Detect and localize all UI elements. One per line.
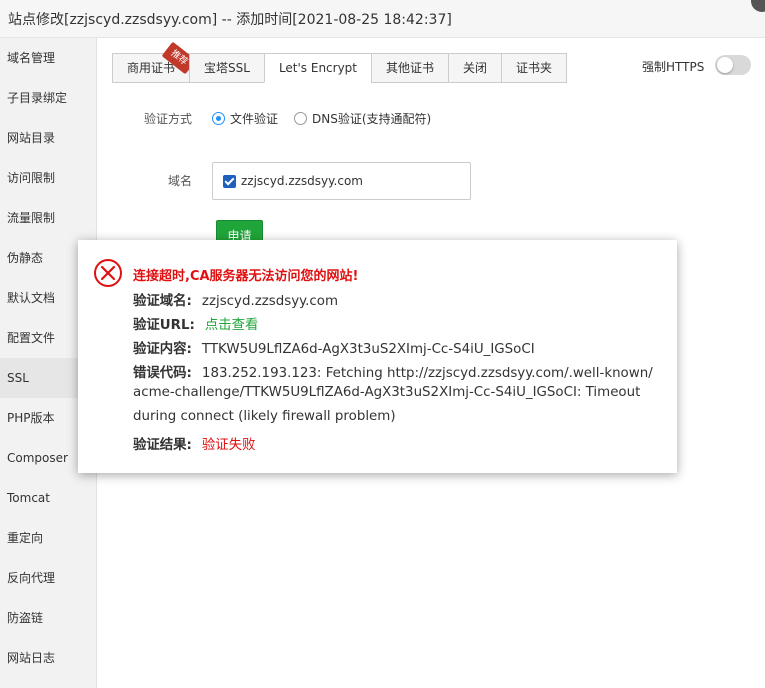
verify-method-group: 文件验证 DNS验证(支持通配符) [212, 110, 447, 127]
tab-other-cert[interactable]: 其他证书 [371, 53, 449, 83]
domain-checkbox[interactable] [223, 174, 236, 188]
radio-dns-verify[interactable] [294, 112, 308, 125]
radio-dns-verify-label[interactable]: DNS验证(支持通配符) [312, 110, 431, 127]
tab-cert-folder[interactable]: 证书夹 [501, 53, 568, 83]
error-title: 连接超时,CA服务器无法访问您的网站! [133, 269, 359, 284]
force-https-toggle[interactable] [715, 55, 751, 75]
verify-domain-key: 验证域名: [133, 294, 192, 309]
verify-method-label: 验证方式 [144, 112, 193, 126]
verify-content-key: 验证内容: [133, 342, 192, 357]
sidebar-item-site-dir[interactable]: 网站目录 [0, 118, 96, 158]
tab-commercial-cert[interactable]: 商用证书 推荐 [112, 41, 197, 83]
radio-file-verify-label[interactable]: 文件验证 [230, 110, 278, 127]
sidebar-item-traffic-limit[interactable]: 流量限制 [0, 198, 96, 238]
verify-content-value: TTKW5U9LflZA6d-AgX3t3uS2XImj-Cc-S4iU_IGS… [201, 342, 535, 357]
domain-list: zzjscyd.zzsdsyy.com [212, 162, 471, 200]
error-dialog: 连接超时,CA服务器无法访问您的网站! 验证域名: zzjscyd.zzsdsyy… [78, 240, 677, 473]
ssl-tabs: 商用证书 推荐 宝塔SSL Let's Encrypt 其他证书 关闭 证书夹 [112, 41, 568, 83]
sidebar-item-redirect[interactable]: 重定向 [0, 518, 96, 558]
error-code-line2: acme-challenge/TTKW5U9LflZA6d-AgX3t3uS2X… [133, 385, 641, 400]
error-code-line1: 183.252.193.123: Fetching http://zzjscyd… [201, 366, 653, 381]
toggle-knob [717, 57, 733, 73]
verify-url-key: 验证URL: [133, 318, 195, 333]
sidebar-item-site-log[interactable]: 网站日志 [0, 638, 96, 678]
sidebar-item-subdir[interactable]: 子目录绑定 [0, 78, 96, 118]
tab-lets-encrypt[interactable]: Let's Encrypt [263, 53, 372, 83]
sidebar-item-tomcat[interactable]: Tomcat [0, 478, 96, 518]
error-code-row: 错误代码: 183.252.193.123: Fetching http://zz… [133, 361, 653, 381]
tab-label: 商用证书 [127, 61, 176, 75]
verify-result-row: 验证结果: 验证失败 [133, 433, 255, 453]
window-title: 站点修改[zzjscyd.zzsdsyy.com] -- 添加时间[2021-0… [8, 12, 452, 28]
sidebar-item-reverse-proxy[interactable]: 反向代理 [0, 558, 96, 598]
domain-name[interactable]: zzjscyd.zzsdsyy.com [241, 174, 363, 188]
verify-content-row: 验证内容: TTKW5U9LflZA6d-AgX3t3uS2XImj-Cc-S4i… [133, 337, 535, 357]
error-circle-icon [94, 259, 122, 287]
force-https-label: 强制HTTPS [642, 60, 705, 74]
tab-bt-ssl[interactable]: 宝塔SSL [189, 53, 264, 83]
view-url-link[interactable]: 点击查看 [205, 318, 259, 333]
error-code-key: 错误代码: [133, 366, 192, 381]
site-edit-window: 站点修改[zzjscyd.zzsdsyy.com] -- 添加时间[2021-0… [0, 0, 765, 688]
verify-url-row: 验证URL: 点击查看 [133, 313, 258, 333]
error-code-line3: during connect (likely firewall problem) [133, 409, 396, 424]
titlebar: 站点修改[zzjscyd.zzsdsyy.com] -- 添加时间[2021-0… [0, 0, 765, 38]
verify-result-key: 验证结果: [133, 438, 192, 453]
verify-result-value: 验证失败 [201, 438, 256, 453]
radio-file-verify[interactable] [212, 112, 225, 125]
sidebar-item-hotlink[interactable]: 防盗链 [0, 598, 96, 638]
sidebar-item-domain[interactable]: 域名管理 [0, 38, 96, 78]
domain-label: 域名 [168, 174, 193, 188]
verify-domain-row: 验证域名: zzjscyd.zzsdsyy.com [133, 289, 338, 309]
verify-domain-value: zzjscyd.zzsdsyy.com [201, 294, 339, 309]
tab-close[interactable]: 关闭 [448, 53, 502, 83]
sidebar-item-access-limit[interactable]: 访问限制 [0, 158, 96, 198]
